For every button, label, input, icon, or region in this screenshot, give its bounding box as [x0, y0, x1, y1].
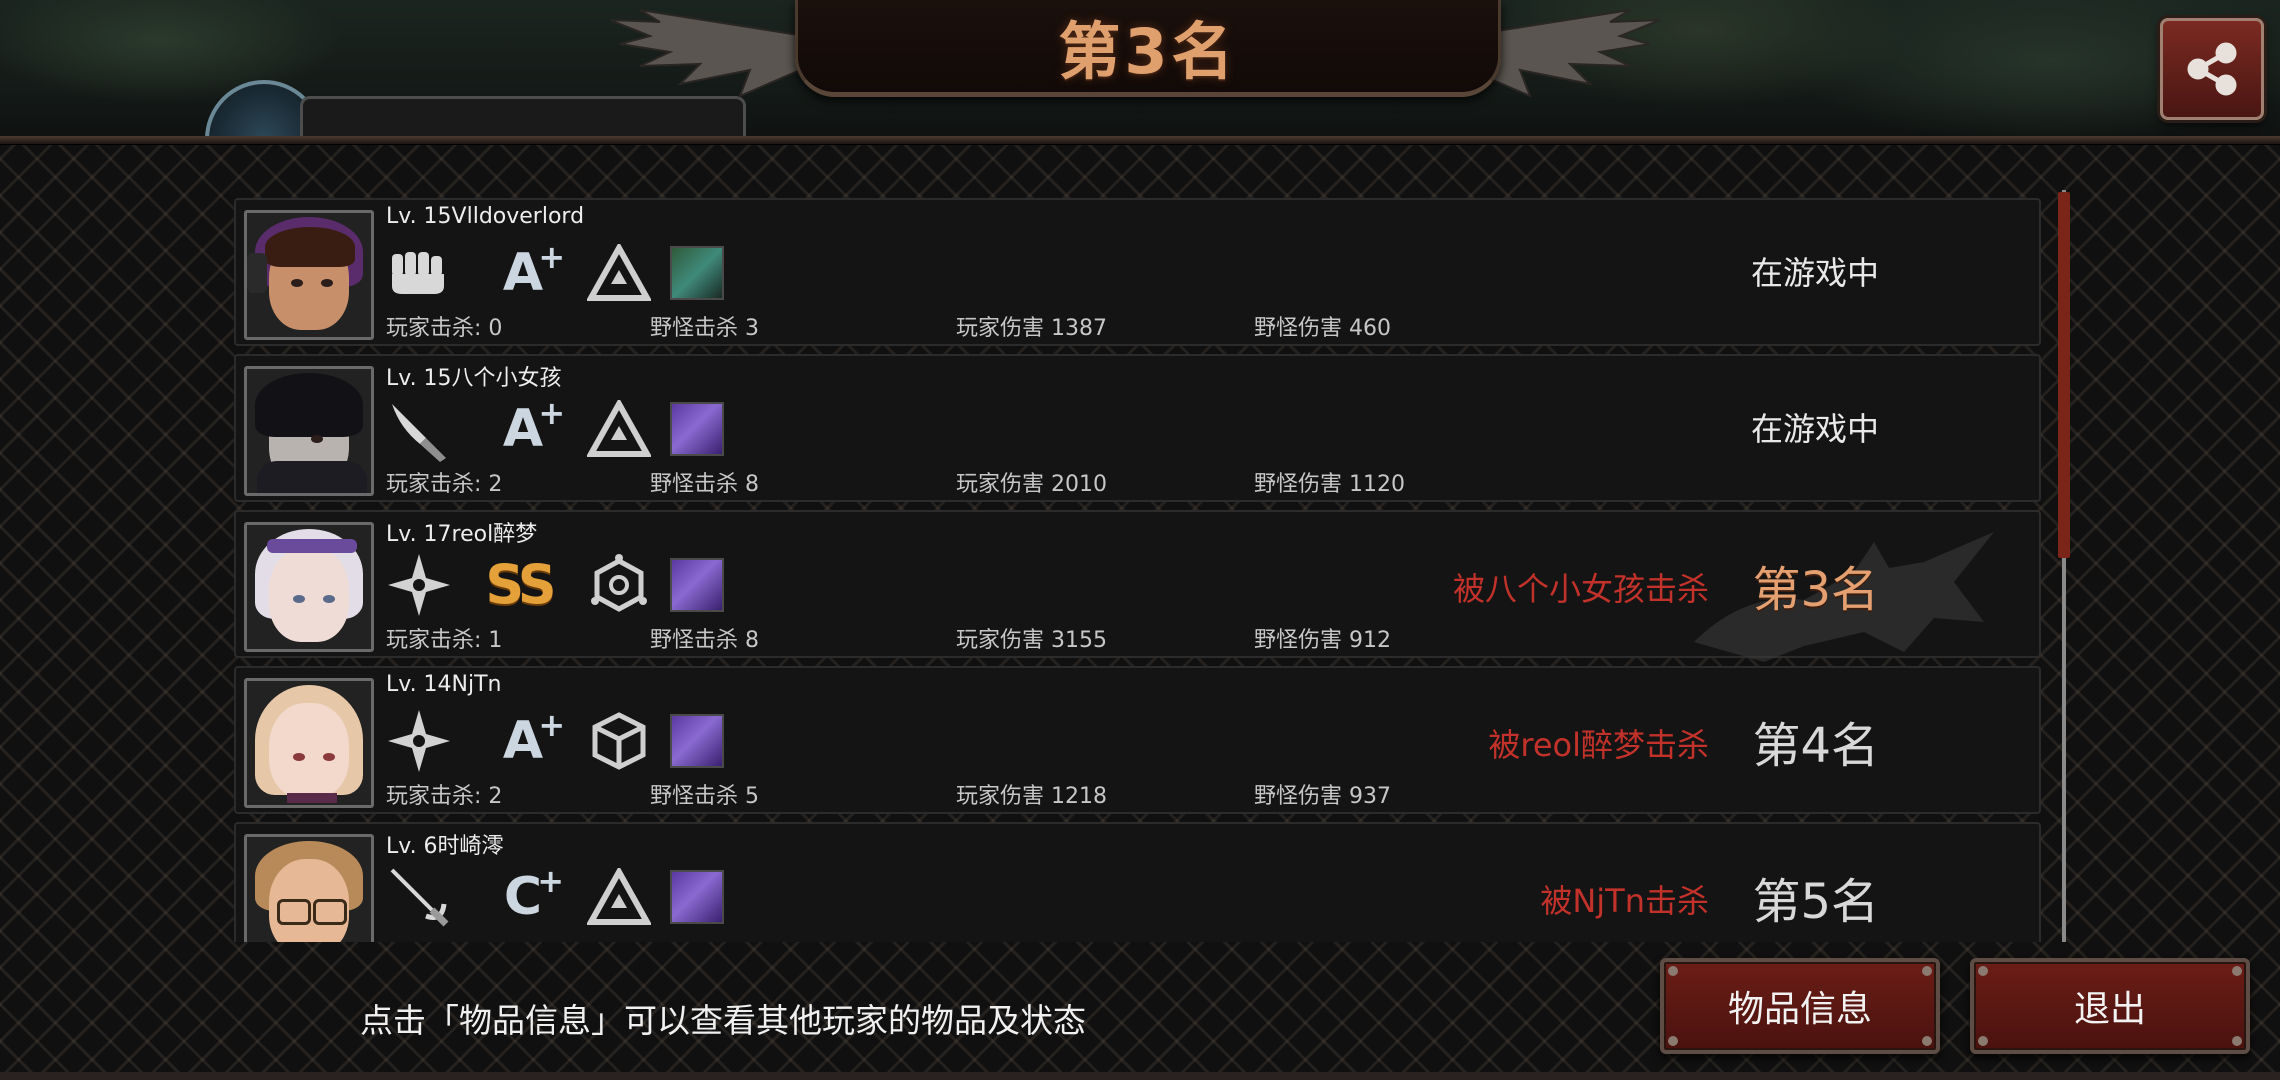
killed-by-text: 被NjTn击杀 — [1540, 882, 1709, 920]
grade-badge: A + — [502, 394, 566, 459]
status-text: 在游戏中 — [1750, 254, 1879, 292]
item-icon[interactable] — [670, 558, 724, 612]
grade-badge: A + — [502, 706, 566, 771]
avatar — [244, 834, 374, 942]
player-result-list[interactable]: Lv. 15Vlldoverlord A + 玩家击杀: 0 野怪击杀 3 玩家伤… — [230, 190, 2045, 942]
player-kills: 玩家击杀: 1 — [386, 628, 503, 653]
item-icon[interactable] — [670, 402, 724, 456]
killed-by-text: 被reol醉梦击杀 — [1488, 726, 1709, 764]
player-damage: 玩家伤害 3155 — [956, 628, 1107, 653]
placement-text: 第5名 — [1752, 874, 1879, 930]
player-row[interactable]: Lv. 6时崎澪 C + 被NjTn击杀 第5名 — [234, 822, 2041, 942]
fist-icon — [386, 240, 452, 306]
item-info-button[interactable]: 物品信息 — [1660, 958, 1940, 1054]
placement-text: 第3名 — [1752, 562, 1879, 618]
shuriken-icon — [386, 552, 452, 618]
monster-damage: 野怪伤害 937 — [1254, 784, 1391, 809]
player-kills: 玩家击杀: 2 — [386, 784, 503, 809]
monster-kills: 野怪击杀 8 — [650, 472, 759, 497]
exit-label: 退出 — [2073, 989, 2146, 1030]
grade-badge: A + — [502, 238, 566, 303]
avatar — [244, 366, 374, 496]
shuriken-icon — [386, 708, 452, 774]
bottom-rail — [0, 1072, 2280, 1080]
player-row[interactable]: Lv. 17reol醉梦 SS 玩家击杀: 1 野怪击杀 8 玩家伤害 3155… — [234, 510, 2041, 662]
monster-kills: 野怪击杀 8 — [650, 628, 759, 653]
monster-damage: 野怪伤害 460 — [1254, 316, 1391, 341]
triangle-emblem-icon — [586, 864, 652, 930]
bottom-bar: 点击「物品信息」可以查看其他玩家的物品及状态 物品信息 退出 — [0, 944, 2280, 1080]
player-damage: 玩家伤害 1387 — [956, 316, 1107, 341]
title-banner: 第3名 — [795, 0, 1501, 97]
player-level-name: Lv. 17reol醉梦 — [386, 522, 538, 547]
monster-damage: 野怪伤害 1120 — [1254, 472, 1405, 497]
item-info-label: 物品信息 — [1727, 989, 1872, 1030]
hexagon-emblem-icon — [586, 552, 652, 618]
monster-kills: 野怪击杀 5 — [650, 784, 759, 809]
avatar — [244, 210, 374, 340]
top-rail — [0, 136, 2280, 145]
player-level-name: Lv. 6时崎澪 — [386, 834, 504, 859]
exit-button[interactable]: 退出 — [1970, 958, 2250, 1054]
player-row[interactable]: Lv. 15八个小女孩 A + 玩家击杀: 2 野怪击杀 8 玩家伤害 2010 … — [234, 354, 2041, 502]
player-kills: 玩家击杀: 0 — [386, 316, 503, 341]
placement-text: 第4名 — [1752, 718, 1879, 774]
share-button[interactable] — [2160, 18, 2264, 120]
player-damage: 玩家伤害 1218 — [956, 784, 1107, 809]
grade-badge: SS — [485, 553, 556, 616]
player-level-name: Lv. 15Vlldoverlord — [386, 204, 585, 229]
player-damage: 玩家伤害 2010 — [956, 472, 1107, 497]
avatar — [244, 522, 374, 652]
item-icon[interactable] — [670, 870, 724, 924]
monster-kills: 野怪击杀 3 — [650, 316, 759, 341]
avatar — [244, 678, 374, 808]
rapier-icon — [386, 864, 452, 930]
monster-damage: 野怪伤害 912 — [1254, 628, 1391, 653]
player-level-name: Lv. 15八个小女孩 — [386, 366, 562, 391]
cube-emblem-icon — [586, 708, 652, 774]
share-icon — [2187, 42, 2237, 96]
item-icon[interactable] — [670, 246, 724, 300]
killed-by-text: 被八个小女孩击杀 — [1452, 570, 1709, 608]
item-icon[interactable] — [670, 714, 724, 768]
grade-badge: C + — [503, 862, 565, 927]
scrollbar-thumb[interactable] — [2058, 192, 2070, 558]
player-row[interactable]: Lv. 14NjTn A + 玩家击杀: 2 野怪击杀 5 玩家伤害 1218 野… — [234, 666, 2041, 814]
status-text: 在游戏中 — [1750, 410, 1879, 448]
player-row[interactable]: Lv. 15Vlldoverlord A + 玩家击杀: 0 野怪击杀 3 玩家伤… — [234, 198, 2041, 346]
knife-icon — [386, 396, 452, 462]
hint-text: 点击「物品信息」可以查看其他玩家的物品及状态 — [360, 1001, 1086, 1040]
banner-title: 第3名 — [1058, 15, 1238, 88]
triangle-emblem-icon — [586, 240, 652, 306]
player-level-name: Lv. 14NjTn — [386, 672, 502, 697]
player-kills: 玩家击杀: 2 — [386, 472, 503, 497]
triangle-emblem-icon — [586, 396, 652, 462]
